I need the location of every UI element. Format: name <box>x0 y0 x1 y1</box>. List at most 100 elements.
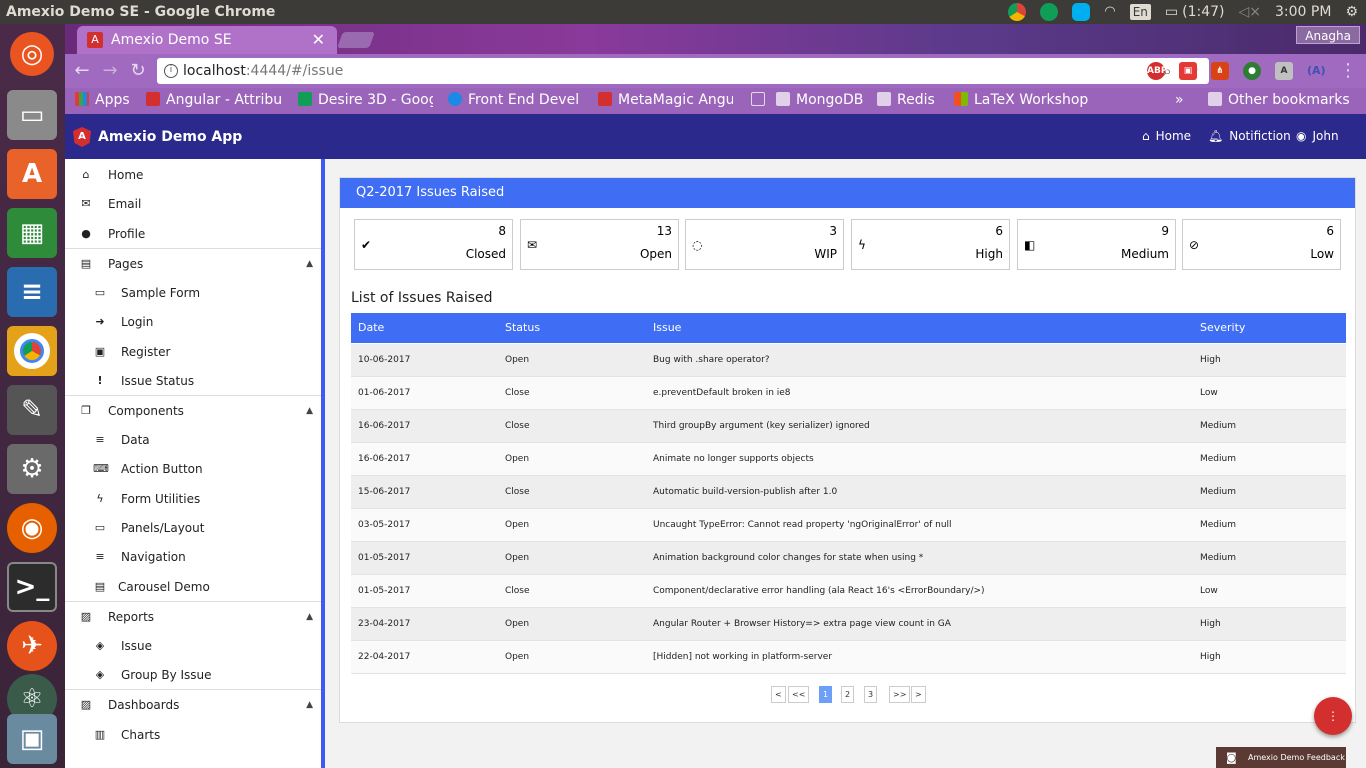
sidebar-item-charts[interactable]: ▥ Charts <box>65 721 321 749</box>
keyboard-layout[interactable]: En <box>1129 4 1151 20</box>
table-row[interactable]: 10-06-2017 Open Bug with .share operator? H… <box>351 344 1346 377</box>
cell-status: Open <box>505 454 530 464</box>
augury-icon[interactable]: (A) <box>1307 62 1326 80</box>
nav-home[interactable]: ⌂ Home <box>1142 114 1191 158</box>
prev-page-button[interactable]: < <box>771 686 786 703</box>
more-bookmarks-chevron[interactable]: » <box>1175 88 1191 112</box>
firefox-icon[interactable]: ◉ <box>7 503 57 553</box>
chevron-up-icon[interactable]: ▲ <box>306 603 313 631</box>
first-page-button[interactable]: << <box>788 686 810 703</box>
sidebar-item-panels-layout[interactable]: ▭ Panels/Layout <box>65 514 321 542</box>
bookmark-desire-3d[interactable]: Desire 3D - Goog <box>298 88 433 112</box>
wifi-icon[interactable]: ◠ <box>1104 0 1115 24</box>
table-row[interactable]: 01-06-2017 Close e.preventDefault broken i… <box>351 377 1346 410</box>
sidebar-item-login[interactable]: ➜ Login <box>65 308 321 336</box>
sidebar-group-components[interactable]: ❐ Components ▲ <box>65 397 321 425</box>
feedback-button[interactable]: ◙ Amexio Demo Feedback <box>1216 747 1346 768</box>
sidebar-group-pages[interactable]: ▤ Pages ▲ <box>65 250 321 278</box>
back-arrow-icon[interactable]: ← <box>71 60 93 82</box>
settings-gear-icon[interactable]: ⚙ <box>1345 0 1358 24</box>
extension-red-icon[interactable]: ▣ <box>1179 62 1197 80</box>
sidebar-item-issue[interactable]: ◈ Issue <box>65 632 321 660</box>
extension-tree-icon[interactable]: ⋔ <box>1211 62 1229 80</box>
sidebar-item-navigation[interactable]: ≡ Navigation <box>65 543 321 571</box>
adblock-icon[interactable]: ABP <box>1147 62 1167 80</box>
sidebar-item-group-by-issue[interactable]: ◈ Group By Issue <box>65 661 321 689</box>
next-page-button[interactable]: > <box>911 686 926 703</box>
page-3-button[interactable]: 3 <box>864 686 878 703</box>
bookmark-folder-redis[interactable]: Redis <box>877 88 957 112</box>
chrome-launcher-icon[interactable] <box>7 326 57 376</box>
text-editor-icon[interactable]: ✎ <box>7 385 57 435</box>
table-row[interactable]: 22-04-2017 Open [Hidden] not working in pl… <box>351 641 1346 674</box>
chevron-up-icon[interactable]: ▲ <box>306 250 313 278</box>
bookmark-angular-attribu[interactable]: Angular - Attribu <box>146 88 284 112</box>
files-icon[interactable]: ▭ <box>7 90 57 140</box>
sidebar-item-sample-form[interactable]: ▭ Sample Form <box>65 279 321 307</box>
address-bar[interactable]: i localhost:4444/#/issue ⌕ ☆ <box>157 58 1209 84</box>
sidebar-group-reports[interactable]: ▨ Reports ▲ <box>65 603 321 631</box>
browser-tab[interactable]: A Amexio Demo SE ✕ <box>77 26 337 54</box>
table-row[interactable]: 03-05-2017 Open Uncaught TypeError: Cannot… <box>351 509 1346 542</box>
writer-document-icon[interactable]: ≡ <box>7 267 57 317</box>
table-row[interactable]: 23-04-2017 Open Angular Router + Browser H… <box>351 608 1346 641</box>
bookmark-apps[interactable]: Apps <box>75 88 145 112</box>
sidebar-group-dashboards[interactable]: ▨ Dashboards ▲ <box>65 691 321 719</box>
system-settings-icon[interactable]: ⚙ <box>7 444 57 494</box>
postman-icon[interactable]: ✈ <box>7 621 57 671</box>
last-page-button[interactable]: >> <box>889 686 911 703</box>
volume-icon[interactable]: ◁× <box>1239 0 1262 24</box>
battery-icon[interactable]: ▭ <box>1165 0 1178 24</box>
sidebar-item-data[interactable]: ≡ Data <box>65 426 321 454</box>
bookmark-page[interactable] <box>751 88 773 112</box>
skype-icon[interactable] <box>1072 3 1091 21</box>
floating-menu-button[interactable]: ⋮ <box>1314 697 1352 735</box>
ubuntu-dash-icon[interactable]: ◎ <box>10 32 54 76</box>
table-row[interactable]: 16-06-2017 Close Third groupBy argument (k… <box>351 410 1346 443</box>
sidebar-item-carousel-demo[interactable]: ▤ Carousel Demo <box>65 573 321 601</box>
sidebar-item-action-button[interactable]: ⌨ Action Button <box>65 455 321 483</box>
extension-green-icon[interactable]: ● <box>1243 62 1261 80</box>
sidebar-item-form-utilities[interactable]: ϟ Form Utilities <box>65 485 321 513</box>
profile-button[interactable]: Anagha <box>1296 26 1360 44</box>
battery-time[interactable]: (1:47) <box>1182 0 1224 24</box>
reload-icon[interactable]: ↻ <box>127 60 149 82</box>
app-brand[interactable]: Amexio Demo App <box>98 114 242 160</box>
bookmark-folder-mongodb[interactable]: MongoDB <box>776 88 871 112</box>
info-icon[interactable]: i <box>164 64 178 78</box>
chevron-up-icon[interactable]: ▲ <box>306 691 313 719</box>
sidebar-item-register[interactable]: ▣ Register <box>65 338 321 366</box>
sidebar-item-home[interactable]: ⌂ Home <box>65 161 321 189</box>
virtual-machine-icon[interactable]: ▣ <box>7 714 57 764</box>
page-1-button[interactable]: 1 <box>819 686 833 703</box>
bookmark-other[interactable]: Other bookmarks <box>1208 88 1366 112</box>
calc-spreadsheet-icon[interactable]: ▦ <box>7 208 57 258</box>
nav-notification[interactable]: 🔔︎ Notifiction <box>1208 114 1291 158</box>
hangouts-icon[interactable] <box>1040 3 1059 21</box>
table-row[interactable]: 01-05-2017 Close Component/declarative err… <box>351 575 1346 608</box>
chevron-up-icon[interactable]: ▲ <box>306 397 313 425</box>
column-header-severity[interactable]: Severity <box>1200 313 1245 343</box>
column-header-date[interactable]: Date <box>358 313 384 343</box>
table-row[interactable]: 15-06-2017 Close Automatic build-version-p… <box>351 476 1346 509</box>
table-row[interactable]: 01-05-2017 Open Animation background color… <box>351 542 1346 575</box>
column-header-issue[interactable]: Issue <box>653 313 681 343</box>
extension-a-icon[interactable]: A <box>1275 62 1293 80</box>
chrome-menu-icon[interactable]: ⋮ <box>1337 60 1359 82</box>
sidebar-item-profile[interactable]: ● Profile <box>65 220 321 248</box>
sidebar-item-email[interactable]: ✉ Email <box>65 190 321 218</box>
page-2-button[interactable]: 2 <box>841 686 855 703</box>
close-tab-icon[interactable]: ✕ <box>312 26 325 54</box>
forward-arrow-icon[interactable]: → <box>99 60 121 82</box>
clock[interactable]: 3:00 PM <box>1275 0 1331 24</box>
table-row[interactable]: 16-06-2017 Open Animate no longer supports… <box>351 443 1346 476</box>
sidebar-item-issue-status[interactable]: ! Issue Status <box>65 367 321 395</box>
bookmark-latex-workshop[interactable]: LaTeX Workshop <box>954 88 1099 112</box>
bookmark-front-end-devel[interactable]: Front End Devel <box>448 88 581 112</box>
terminal-icon[interactable]: >_ <box>7 562 57 612</box>
column-header-status[interactable]: Status <box>505 313 540 343</box>
software-center-icon[interactable]: A <box>7 149 57 199</box>
new-tab-button[interactable] <box>337 32 375 48</box>
chrome-tray-icon[interactable] <box>1008 3 1027 21</box>
bookmark-metamagic[interactable]: MetaMagic Angu <box>598 88 733 112</box>
